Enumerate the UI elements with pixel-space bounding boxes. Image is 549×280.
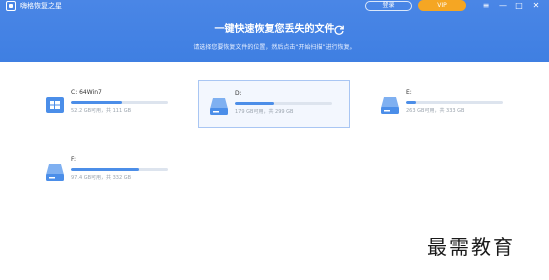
drive-icon — [381, 97, 399, 114]
drive-icon — [46, 164, 64, 181]
drive-usage-text: 263 GB可用，共 333 GB — [406, 108, 465, 114]
vip-button[interactable]: VIP — [418, 0, 466, 11]
drive-name: C: 64Win7 — [71, 89, 102, 96]
drive-usage-fill — [406, 101, 416, 104]
minimize-icon[interactable]: — — [496, 0, 510, 12]
drive-item-d[interactable]: D: 179 GB可用，共 299 GB — [198, 80, 350, 128]
page-title: 一键快速恢复您丢失的文件 — [214, 24, 335, 35]
drive-usage-bar — [71, 168, 168, 171]
page-subtitle: 请选择您要恢复文件的位置，然后点击“开始扫描”进行恢复。 — [193, 44, 356, 51]
drive-usage-text: 52.2 GB可用，共 111 GB — [71, 108, 132, 114]
drive-usage-bar — [235, 102, 332, 105]
drive-usage-text: 97.4 GB可用，共 332 GB — [71, 175, 132, 181]
header-bar: 嗨格恢复之星 登录 VIP ≡ — □ ✕ 一键快速恢复您丢失的文件 请选择您要… — [0, 0, 549, 62]
watermark-text: 最需教育 — [427, 235, 515, 259]
drive-usage-bar — [71, 101, 168, 104]
login-button[interactable]: 登录 — [365, 1, 412, 11]
app-logo-icon — [6, 1, 16, 11]
drive-usage-fill — [71, 168, 139, 171]
drive-item-e[interactable]: E: 263 GB可用，共 333 GB — [370, 80, 522, 128]
windows-drive-icon — [46, 97, 64, 113]
drive-usage-bar — [406, 101, 503, 104]
maximize-icon[interactable]: □ — [512, 0, 526, 12]
drive-usage-text: 179 GB可用，共 299 GB — [235, 109, 294, 115]
close-icon[interactable]: ✕ — [529, 0, 543, 12]
menu-icon[interactable]: ≡ — [479, 0, 493, 12]
drive-icon — [210, 98, 228, 115]
drive-name: D: — [235, 90, 242, 97]
drive-item-c[interactable]: C: 64Win7 52.2 GB可用，共 111 GB — [35, 80, 187, 128]
drive-usage-fill — [71, 101, 123, 104]
drive-item-f[interactable]: F: 97.4 GB可用，共 332 GB — [35, 147, 187, 195]
app-title: 嗨格恢复之星 — [20, 2, 62, 10]
refresh-icon[interactable] — [333, 24, 345, 36]
drive-name: E: — [406, 89, 412, 96]
drive-usage-fill — [235, 102, 274, 105]
drive-name: F: — [71, 156, 77, 163]
